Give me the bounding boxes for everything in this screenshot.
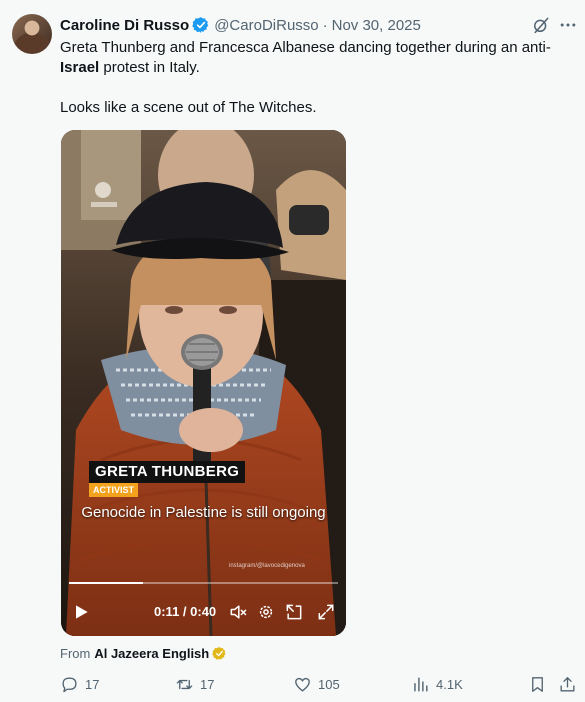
tweet-text: Greta Thunberg and Francesca Albanese da…: [60, 38, 575, 118]
settings-icon[interactable]: [256, 602, 276, 622]
tweet-date[interactable]: Nov 30, 2025: [332, 17, 421, 34]
video-source: From Al Jazeera English: [60, 643, 227, 663]
author-handle[interactable]: @CaroDiRusso: [214, 17, 318, 34]
video-progress-fill: [69, 582, 143, 584]
more-icon[interactable]: [558, 15, 578, 35]
verified-org-badge-icon: [212, 646, 226, 660]
video-credit: instagram/@lavocedigenova: [229, 563, 305, 569]
video-frame: [61, 130, 346, 636]
hashtag-link[interactable]: Israel: [60, 59, 99, 76]
tweet-text-line-1: Greta Thunberg and Francesca Albanese da…: [60, 38, 575, 78]
verified-badge-icon: [192, 17, 209, 33]
video-subtitle: Genocide in Palestine is still ongoing: [81, 504, 326, 521]
video-controls: 0:11 / 0:40: [61, 598, 346, 626]
tweet-text-segment: Greta Thunberg and Francesca Albanese da…: [60, 39, 551, 56]
pip-icon[interactable]: [284, 602, 304, 622]
source-prefix: From: [60, 645, 91, 661]
views-icon: [414, 676, 428, 692]
lower-third-name: GRETA THUNBERG: [89, 461, 246, 483]
action-bar: 17 17 105 4.1K: [60, 674, 580, 694]
author-name[interactable]: Caroline Di Russo: [60, 17, 189, 34]
video-time: 0:11 / 0:40: [154, 604, 217, 619]
bookmark-button[interactable]: [528, 674, 553, 694]
header-separator: ·: [322, 16, 328, 34]
views-button[interactable]: 4.1K: [411, 674, 463, 694]
repost-icon: [176, 679, 193, 689]
tweet-text-segment: protest in Italy.: [99, 59, 200, 76]
like-button[interactable]: 105: [293, 674, 340, 694]
source-link[interactable]: Al Jazeera English: [94, 646, 209, 661]
tweet-card[interactable]: Caroline Di Russo @CaroDiRusso · Nov 30,…: [0, 0, 585, 702]
like-count: 105: [318, 676, 340, 692]
share-icon: [560, 676, 575, 692]
lower-third-role: ACTIVIST: [89, 483, 139, 497]
reply-count: 17: [85, 676, 100, 692]
fullscreen-icon[interactable]: [316, 602, 336, 622]
reply-icon: [62, 676, 77, 692]
tweet-text-line-2: Looks like a scene out of The Witches.: [60, 99, 317, 116]
video-player[interactable]: GRETA THUNBERG ACTIVIST Genocide in Pale…: [61, 130, 346, 636]
bookmark-icon: [532, 676, 543, 692]
repost-button[interactable]: 17: [175, 674, 214, 694]
play-icon[interactable]: [71, 602, 91, 622]
repost-count: 17: [200, 676, 215, 692]
grok-icon[interactable]: [531, 15, 551, 35]
reply-button[interactable]: 17: [60, 674, 99, 694]
mute-icon[interactable]: [228, 602, 248, 622]
like-icon: [295, 677, 310, 692]
tweet-header: Caroline Di Russo @CaroDiRusso · Nov 30,…: [60, 14, 421, 36]
video-progress-bar[interactable]: [69, 582, 338, 584]
share-button[interactable]: [558, 674, 583, 694]
avatar[interactable]: [12, 14, 52, 54]
views-count: 4.1K: [436, 676, 463, 692]
